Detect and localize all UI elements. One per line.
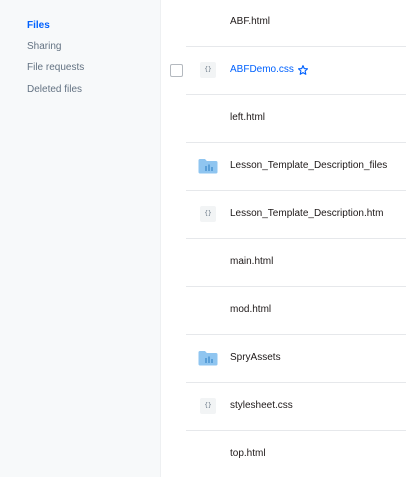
code-file-icon: {} xyxy=(200,398,216,414)
file-name[interactable]: ABF.html xyxy=(230,16,270,28)
file-name[interactable]: Lesson_Template_Description_files xyxy=(230,160,387,172)
file-row[interactable]: {} Lesson_Template_Description.htm xyxy=(186,190,406,239)
code-file-icon: {} xyxy=(200,62,216,78)
file-row[interactable]: mod.html xyxy=(186,286,406,335)
file-list: ABF.html {} ABFDemo.css left.html Lesson… xyxy=(160,0,406,477)
file-name[interactable]: stylesheet.css xyxy=(230,400,293,412)
file-row[interactable]: main.html xyxy=(186,238,406,287)
file-row[interactable]: Lesson_Template_Description_files xyxy=(186,142,406,191)
file-name[interactable]: main.html xyxy=(230,256,273,268)
file-name[interactable]: mod.html xyxy=(230,304,271,316)
row-checkbox[interactable] xyxy=(170,64,183,77)
shared-folder-icon xyxy=(198,351,218,366)
file-name[interactable]: left.html xyxy=(230,112,265,124)
file-row[interactable]: ABF.html xyxy=(186,0,406,47)
shared-folder-icon xyxy=(198,159,218,174)
sidebar: Files Sharing File requests Deleted file… xyxy=(0,0,161,477)
file-row[interactable]: top.html xyxy=(186,430,406,477)
app-window: Files Sharing File requests Deleted file… xyxy=(0,0,406,477)
file-row[interactable]: {} stylesheet.css xyxy=(186,382,406,431)
file-row[interactable]: SpryAssets xyxy=(186,334,406,383)
sidebar-item-deleted-files[interactable]: Deleted files xyxy=(27,84,82,96)
file-row[interactable]: {} ABFDemo.css xyxy=(170,46,406,95)
sidebar-item-sharing[interactable]: Sharing xyxy=(27,41,61,53)
file-name[interactable]: top.html xyxy=(230,448,266,460)
sidebar-item-file-requests[interactable]: File requests xyxy=(27,62,84,74)
star-icon[interactable] xyxy=(298,65,308,75)
file-row[interactable]: left.html xyxy=(186,94,406,143)
file-name[interactable]: SpryAssets xyxy=(230,352,281,364)
code-file-icon: {} xyxy=(200,206,216,222)
file-name[interactable]: ABFDemo.css xyxy=(230,64,294,76)
sidebar-item-files[interactable]: Files xyxy=(27,20,50,32)
file-name[interactable]: Lesson_Template_Description.htm xyxy=(230,208,383,220)
